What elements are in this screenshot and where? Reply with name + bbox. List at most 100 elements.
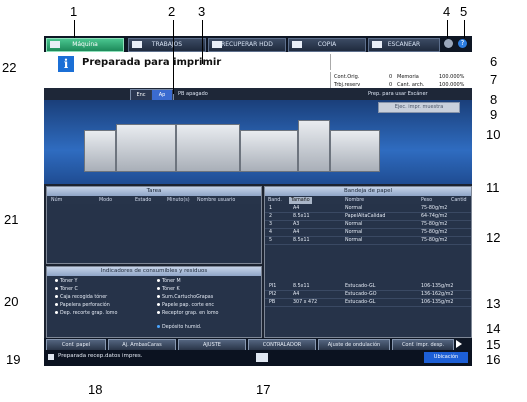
memoria-label: Memoria: [397, 74, 419, 80]
paper-tray-panel: Bandeja de papel Band. Tamaño Nombre Pes…: [264, 186, 472, 338]
jobs-panel-title: Tarea: [47, 187, 261, 196]
callout-2: 2: [168, 4, 176, 19]
humidifier-tank-indicator: Depósito humid.: [157, 325, 201, 330]
callout-12: 12: [486, 230, 501, 245]
callout-4: 4: [443, 4, 451, 19]
col-estado: Estado: [135, 198, 152, 203]
status-title: Preparada para imprimir: [82, 57, 222, 68]
cont-orig-value: 0: [389, 74, 393, 80]
tab-maquina[interactable]: Máquina: [46, 38, 124, 52]
touch-screen: Máquina TRABAJOS RECUPERAR HDD COPIA ESC…: [44, 36, 472, 366]
consumables-panel: Indicadores de consumibles y residuos Tó…: [46, 266, 262, 338]
col-cantidad: Cantid: [451, 198, 467, 203]
callout-7: 7: [490, 72, 498, 87]
callout-17: 17: [256, 382, 271, 397]
col-minutos: Minuto(s): [167, 198, 190, 203]
help-icon[interactable]: ?: [458, 39, 467, 48]
scan-icon: [372, 41, 382, 48]
toner-c-indicator: Tóner C: [55, 287, 78, 292]
callout-13: 13: [486, 296, 501, 311]
callout-14: 14: [486, 321, 501, 336]
callout-10: 10: [486, 127, 501, 142]
footer-bar: Preparada recep.datos impres. Ubicación: [44, 350, 472, 366]
scanner-status: Prep. para usar Escáner: [368, 91, 428, 97]
pb-status: PB apagado: [178, 91, 208, 97]
col-tamano[interactable]: Tamaño: [289, 197, 312, 204]
callout-15: 15: [486, 337, 501, 352]
col-peso: Peso: [421, 198, 433, 203]
tray-list: 1 A4 Normal 75-80g/m2 2 8.5x11 PapelAltaCalid…: [265, 205, 471, 245]
callout-18: 18: [88, 382, 103, 397]
leader-line: [447, 20, 448, 38]
tray-row[interactable]: 3 A3 Normal 75-80g/m2: [265, 221, 471, 229]
callout-5: 5: [460, 4, 468, 19]
hdd-icon: [212, 41, 222, 48]
toner-m-indicator: Tóner M: [157, 279, 181, 284]
col-nombre: Nombre: [345, 198, 365, 203]
callout-19: 19: [6, 352, 21, 367]
spine-trim-indicator: Dep. recorte grap. lomo: [55, 311, 117, 316]
machine-image: Ejec. impr. muestra: [44, 100, 472, 184]
paper-tray-title: Bandeja de papel: [265, 187, 471, 196]
tray-row[interactable]: 2 8.5x11 PapelAltaCalidad 64-74g/m2: [265, 213, 471, 221]
callout-6: 6: [490, 54, 498, 69]
staple-cartridge-indicator: Sum.CartuchoGrapas: [157, 295, 213, 300]
callout-11: 11: [486, 180, 500, 195]
message-area: [330, 54, 472, 70]
spine-staple-indicator: Receptor grap. en lomo: [157, 311, 218, 316]
leader-line: [74, 20, 75, 38]
status-area: i Preparada para imprimir Cont.Orig. 0 M…: [44, 52, 472, 92]
next-arrow-icon[interactable]: [456, 340, 462, 348]
toner-k-indicator: Tóner K: [157, 287, 180, 292]
tab-trabajos[interactable]: TRABAJOS: [128, 38, 206, 52]
jobs-header: Núm Modo Estado Minuto(s) Nombre usuario: [47, 197, 261, 204]
jobs-panel: Tarea Núm Modo Estado Minuto(s) Nombre u…: [46, 186, 262, 264]
col-modo: Modo: [99, 198, 113, 203]
print-engine-module: [176, 124, 240, 172]
jobs-icon: [132, 41, 142, 48]
tab-copia[interactable]: COPIA: [288, 38, 366, 52]
sample-print-button[interactable]: Ejec. impr. muestra: [378, 102, 460, 113]
waste-toner-indicator: Caja recogida tóner: [55, 295, 107, 300]
output-module: [330, 130, 380, 172]
location-button[interactable]: Ubicación: [424, 352, 468, 363]
tab-bar: Máquina TRABAJOS RECUPERAR HDD COPIA ESC…: [44, 36, 472, 52]
cont-orig-label: Cont.Orig.: [334, 74, 360, 80]
col-num: Núm: [51, 198, 63, 203]
tray-row[interactable]: PI1 8.5x11 Estucado-GL 106-135g/m2: [265, 283, 471, 291]
callout-22: 22: [2, 60, 17, 75]
scanner-module: [298, 120, 330, 172]
callout-1: 1: [70, 4, 78, 19]
extra-tray-list: PI1 8.5x11 Estucado-GL 106-135g/m2 PI2 A4 Est…: [265, 283, 471, 309]
bottom-button-row: Conf. papel Aj. AmbasCaras AJUSTE CONTRA…: [44, 338, 472, 351]
callout-3: 3: [198, 4, 206, 19]
tray-header: Band. Tamaño Nombre Peso Cantid: [265, 197, 471, 204]
callout-8: 8: [490, 92, 498, 107]
tray-row[interactable]: 4 A4 Normal 75-80g/m2: [265, 229, 471, 237]
memoria-value: 100.000%: [439, 74, 465, 80]
leader-line: [202, 20, 203, 64]
tab-escanear[interactable]: ESCANEAR: [368, 38, 440, 52]
col-band: Band.: [268, 198, 282, 203]
machine-icon: [50, 41, 60, 48]
copy-icon: [292, 41, 302, 48]
feeder-module: [84, 130, 116, 172]
tray-row[interactable]: 5 8.5x11 Normal 75-80g/m2: [265, 237, 471, 245]
col-usuario: Nombre usuario: [197, 198, 236, 203]
footer-message: Preparada recep.datos impres.: [58, 353, 143, 359]
leader-line: [173, 20, 174, 94]
punch-waste-indicator: Papelera perforación: [55, 303, 110, 308]
toggle-off[interactable]: Ap: [152, 90, 172, 100]
tray-row[interactable]: PB 307 x 472 Estucado-GL 106-135g/m2: [265, 299, 471, 307]
tray-row[interactable]: PI2 A4 Estucado-GO 136-162g/m2: [265, 291, 471, 299]
tray-row[interactable]: 1 A4 Normal 75-80g/m2: [265, 205, 471, 213]
leader-line: [464, 20, 465, 38]
lock-icon: [48, 354, 54, 360]
keyboard-icon[interactable]: [256, 353, 268, 362]
finisher-module: [240, 130, 298, 172]
tab-recuperar-hdd[interactable]: RECUPERAR HDD: [208, 38, 286, 52]
toggle-on[interactable]: Enc: [131, 90, 151, 100]
callout-16: 16: [486, 352, 501, 367]
toner-y-indicator: Tóner Y: [55, 279, 77, 284]
settings-icon[interactable]: [444, 39, 453, 48]
